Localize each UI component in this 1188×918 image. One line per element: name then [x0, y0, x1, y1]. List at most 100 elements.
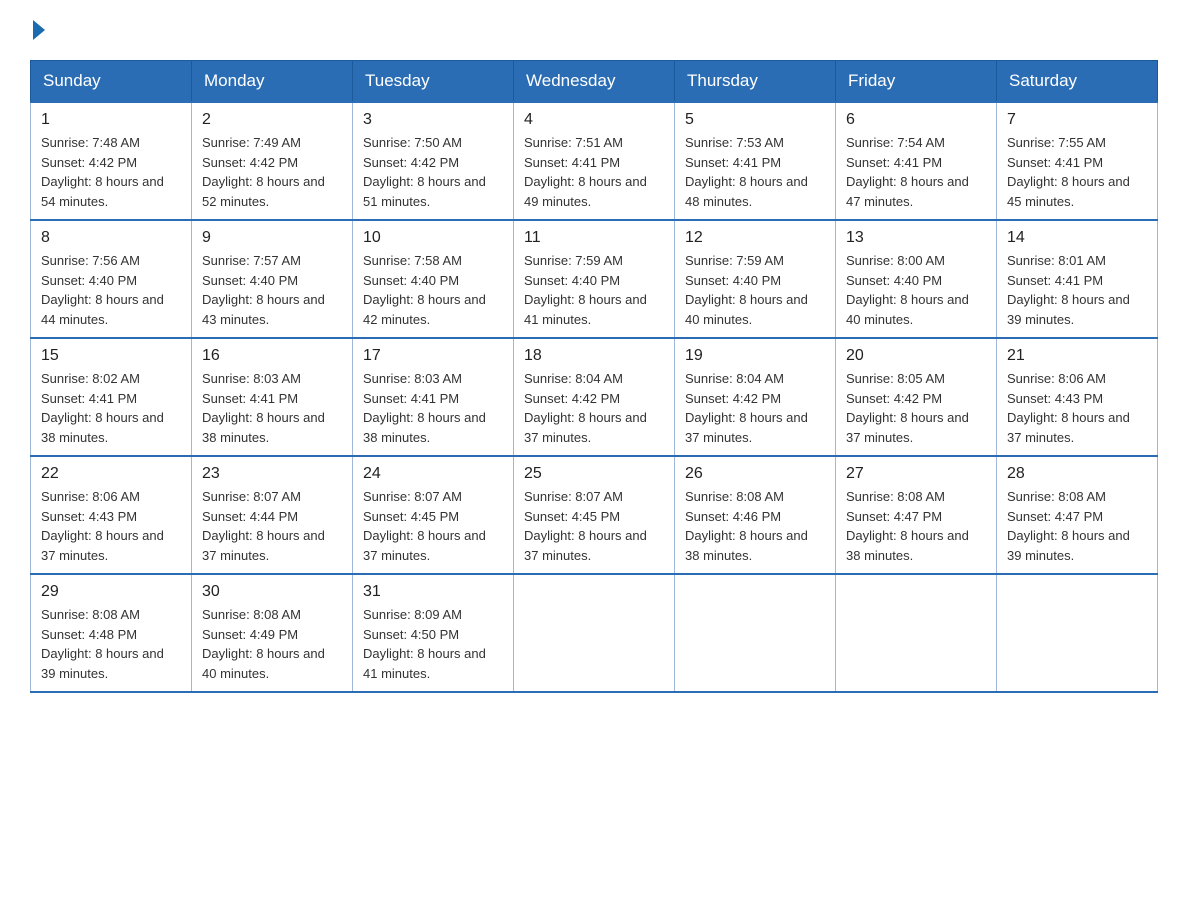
logo-arrow-icon	[33, 20, 45, 40]
calendar-header-row: SundayMondayTuesdayWednesdayThursdayFrid…	[31, 61, 1158, 103]
calendar-day-12: 12 Sunrise: 7:59 AMSunset: 4:40 PMDaylig…	[675, 220, 836, 338]
calendar-header-wednesday: Wednesday	[514, 61, 675, 103]
day-info: Sunrise: 8:02 AMSunset: 4:41 PMDaylight:…	[41, 369, 181, 447]
day-number: 19	[685, 347, 825, 365]
day-number: 4	[524, 111, 664, 129]
calendar-header-monday: Monday	[192, 61, 353, 103]
calendar-day-5: 5 Sunrise: 7:53 AMSunset: 4:41 PMDayligh…	[675, 102, 836, 220]
calendar-day-2: 2 Sunrise: 7:49 AMSunset: 4:42 PMDayligh…	[192, 102, 353, 220]
calendar-week-row-1: 1 Sunrise: 7:48 AMSunset: 4:42 PMDayligh…	[31, 102, 1158, 220]
day-info: Sunrise: 8:03 AMSunset: 4:41 PMDaylight:…	[363, 369, 503, 447]
calendar-header-thursday: Thursday	[675, 61, 836, 103]
calendar-header-sunday: Sunday	[31, 61, 192, 103]
calendar-day-25: 25 Sunrise: 8:07 AMSunset: 4:45 PMDaylig…	[514, 456, 675, 574]
calendar-week-row-4: 22 Sunrise: 8:06 AMSunset: 4:43 PMDaylig…	[31, 456, 1158, 574]
day-info: Sunrise: 7:48 AMSunset: 4:42 PMDaylight:…	[41, 133, 181, 211]
day-info: Sunrise: 7:50 AMSunset: 4:42 PMDaylight:…	[363, 133, 503, 211]
day-info: Sunrise: 7:49 AMSunset: 4:42 PMDaylight:…	[202, 133, 342, 211]
calendar-week-row-5: 29 Sunrise: 8:08 AMSunset: 4:48 PMDaylig…	[31, 574, 1158, 692]
day-info: Sunrise: 8:06 AMSunset: 4:43 PMDaylight:…	[41, 487, 181, 565]
day-number: 8	[41, 229, 181, 247]
day-number: 15	[41, 347, 181, 365]
calendar-day-10: 10 Sunrise: 7:58 AMSunset: 4:40 PMDaylig…	[353, 220, 514, 338]
day-info: Sunrise: 8:08 AMSunset: 4:46 PMDaylight:…	[685, 487, 825, 565]
day-number: 6	[846, 111, 986, 129]
day-info: Sunrise: 8:04 AMSunset: 4:42 PMDaylight:…	[524, 369, 664, 447]
day-info: Sunrise: 7:51 AMSunset: 4:41 PMDaylight:…	[524, 133, 664, 211]
calendar-day-19: 19 Sunrise: 8:04 AMSunset: 4:42 PMDaylig…	[675, 338, 836, 456]
calendar-header-tuesday: Tuesday	[353, 61, 514, 103]
day-number: 27	[846, 465, 986, 483]
day-number: 31	[363, 583, 503, 601]
calendar-week-row-2: 8 Sunrise: 7:56 AMSunset: 4:40 PMDayligh…	[31, 220, 1158, 338]
calendar-day-20: 20 Sunrise: 8:05 AMSunset: 4:42 PMDaylig…	[836, 338, 997, 456]
calendar-day-17: 17 Sunrise: 8:03 AMSunset: 4:41 PMDaylig…	[353, 338, 514, 456]
day-info: Sunrise: 7:53 AMSunset: 4:41 PMDaylight:…	[685, 133, 825, 211]
day-number: 24	[363, 465, 503, 483]
day-number: 13	[846, 229, 986, 247]
day-info: Sunrise: 8:04 AMSunset: 4:42 PMDaylight:…	[685, 369, 825, 447]
calendar-empty-cell	[836, 574, 997, 692]
day-number: 9	[202, 229, 342, 247]
day-number: 2	[202, 111, 342, 129]
day-number: 14	[1007, 229, 1147, 247]
day-number: 22	[41, 465, 181, 483]
calendar-day-21: 21 Sunrise: 8:06 AMSunset: 4:43 PMDaylig…	[997, 338, 1158, 456]
logo	[30, 20, 47, 40]
calendar-day-11: 11 Sunrise: 7:59 AMSunset: 4:40 PMDaylig…	[514, 220, 675, 338]
day-number: 25	[524, 465, 664, 483]
day-number: 1	[41, 111, 181, 129]
calendar-day-18: 18 Sunrise: 8:04 AMSunset: 4:42 PMDaylig…	[514, 338, 675, 456]
day-info: Sunrise: 8:01 AMSunset: 4:41 PMDaylight:…	[1007, 251, 1147, 329]
calendar-empty-cell	[514, 574, 675, 692]
day-number: 17	[363, 347, 503, 365]
day-info: Sunrise: 8:06 AMSunset: 4:43 PMDaylight:…	[1007, 369, 1147, 447]
day-info: Sunrise: 7:57 AMSunset: 4:40 PMDaylight:…	[202, 251, 342, 329]
day-info: Sunrise: 7:59 AMSunset: 4:40 PMDaylight:…	[685, 251, 825, 329]
day-info: Sunrise: 7:58 AMSunset: 4:40 PMDaylight:…	[363, 251, 503, 329]
day-info: Sunrise: 7:54 AMSunset: 4:41 PMDaylight:…	[846, 133, 986, 211]
calendar-header-saturday: Saturday	[997, 61, 1158, 103]
calendar-day-3: 3 Sunrise: 7:50 AMSunset: 4:42 PMDayligh…	[353, 102, 514, 220]
day-info: Sunrise: 7:59 AMSunset: 4:40 PMDaylight:…	[524, 251, 664, 329]
day-info: Sunrise: 8:07 AMSunset: 4:44 PMDaylight:…	[202, 487, 342, 565]
calendar-empty-cell	[675, 574, 836, 692]
day-info: Sunrise: 8:09 AMSunset: 4:50 PMDaylight:…	[363, 605, 503, 683]
day-number: 20	[846, 347, 986, 365]
day-number: 16	[202, 347, 342, 365]
day-number: 28	[1007, 465, 1147, 483]
calendar-day-7: 7 Sunrise: 7:55 AMSunset: 4:41 PMDayligh…	[997, 102, 1158, 220]
day-info: Sunrise: 8:07 AMSunset: 4:45 PMDaylight:…	[524, 487, 664, 565]
day-info: Sunrise: 7:56 AMSunset: 4:40 PMDaylight:…	[41, 251, 181, 329]
calendar-day-28: 28 Sunrise: 8:08 AMSunset: 4:47 PMDaylig…	[997, 456, 1158, 574]
day-info: Sunrise: 8:08 AMSunset: 4:47 PMDaylight:…	[846, 487, 986, 565]
page-header	[30, 20, 1158, 40]
day-info: Sunrise: 8:07 AMSunset: 4:45 PMDaylight:…	[363, 487, 503, 565]
day-info: Sunrise: 8:08 AMSunset: 4:48 PMDaylight:…	[41, 605, 181, 683]
calendar-day-24: 24 Sunrise: 8:07 AMSunset: 4:45 PMDaylig…	[353, 456, 514, 574]
calendar-day-31: 31 Sunrise: 8:09 AMSunset: 4:50 PMDaylig…	[353, 574, 514, 692]
calendar-day-6: 6 Sunrise: 7:54 AMSunset: 4:41 PMDayligh…	[836, 102, 997, 220]
day-info: Sunrise: 8:08 AMSunset: 4:49 PMDaylight:…	[202, 605, 342, 683]
day-info: Sunrise: 8:03 AMSunset: 4:41 PMDaylight:…	[202, 369, 342, 447]
calendar-empty-cell	[997, 574, 1158, 692]
calendar-day-13: 13 Sunrise: 8:00 AMSunset: 4:40 PMDaylig…	[836, 220, 997, 338]
day-number: 23	[202, 465, 342, 483]
day-info: Sunrise: 8:00 AMSunset: 4:40 PMDaylight:…	[846, 251, 986, 329]
day-number: 11	[524, 229, 664, 247]
calendar-day-14: 14 Sunrise: 8:01 AMSunset: 4:41 PMDaylig…	[997, 220, 1158, 338]
day-number: 18	[524, 347, 664, 365]
calendar-day-29: 29 Sunrise: 8:08 AMSunset: 4:48 PMDaylig…	[31, 574, 192, 692]
calendar-day-1: 1 Sunrise: 7:48 AMSunset: 4:42 PMDayligh…	[31, 102, 192, 220]
calendar-day-4: 4 Sunrise: 7:51 AMSunset: 4:41 PMDayligh…	[514, 102, 675, 220]
calendar-table: SundayMondayTuesdayWednesdayThursdayFrid…	[30, 60, 1158, 693]
day-number: 12	[685, 229, 825, 247]
calendar-day-26: 26 Sunrise: 8:08 AMSunset: 4:46 PMDaylig…	[675, 456, 836, 574]
calendar-day-15: 15 Sunrise: 8:02 AMSunset: 4:41 PMDaylig…	[31, 338, 192, 456]
calendar-day-27: 27 Sunrise: 8:08 AMSunset: 4:47 PMDaylig…	[836, 456, 997, 574]
calendar-day-30: 30 Sunrise: 8:08 AMSunset: 4:49 PMDaylig…	[192, 574, 353, 692]
logo-general-text	[30, 20, 47, 40]
day-number: 10	[363, 229, 503, 247]
calendar-day-9: 9 Sunrise: 7:57 AMSunset: 4:40 PMDayligh…	[192, 220, 353, 338]
day-number: 30	[202, 583, 342, 601]
